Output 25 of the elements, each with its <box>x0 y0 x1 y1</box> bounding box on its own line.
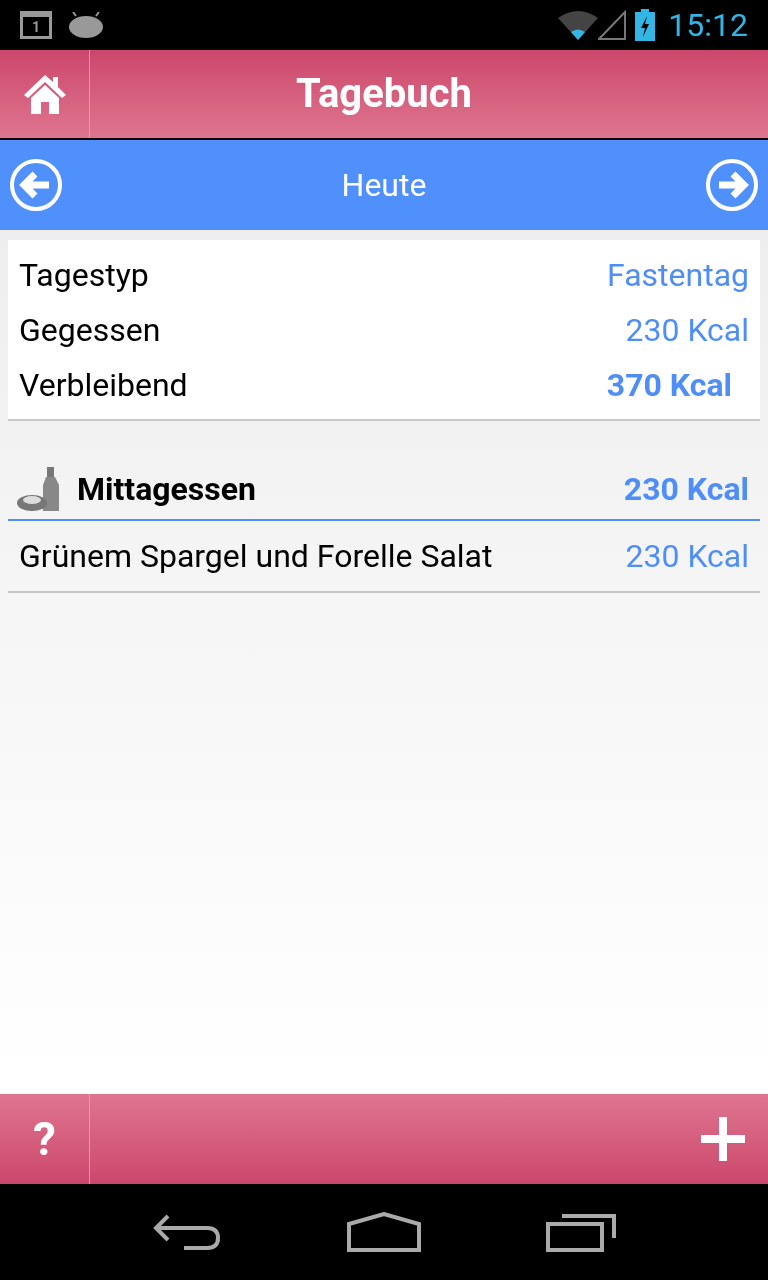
back-icon[interactable] <box>152 1214 223 1250</box>
food-name: Grünem Spargel und Forelle Salat <box>19 536 493 577</box>
recent-apps-icon[interactable] <box>545 1212 616 1252</box>
meal-kcal: 230 Kcal <box>623 469 750 510</box>
android-icon <box>68 12 104 38</box>
home-icon[interactable] <box>347 1212 421 1252</box>
meal-title: Mittagessen <box>77 469 256 510</box>
summary-value: 370 Kcal <box>606 364 733 406</box>
summary-label: Gegessen <box>19 309 161 351</box>
plus-icon <box>701 1117 745 1161</box>
previous-day-button[interactable] <box>9 158 63 212</box>
food-kcal: 230 Kcal <box>625 536 749 577</box>
summary-value: 230 Kcal <box>625 309 749 351</box>
battery-icon <box>634 9 657 41</box>
signal-icon <box>598 10 627 40</box>
date-label: Heute <box>341 165 427 206</box>
food-row[interactable]: Grünem Spargel und Forelle Salat 230 Kcal <box>8 521 760 593</box>
summary-label: Verbleibend <box>19 364 188 406</box>
wifi-icon <box>558 10 599 40</box>
screen-title: Tagebuch <box>296 69 472 119</box>
calendar-icon: 1 <box>20 11 52 39</box>
summary-label: Tagestyp <box>19 254 149 296</box>
status-time: 15:12 <box>668 9 748 41</box>
summary-value: Fastentag <box>606 254 749 296</box>
next-day-button[interactable] <box>705 158 759 212</box>
